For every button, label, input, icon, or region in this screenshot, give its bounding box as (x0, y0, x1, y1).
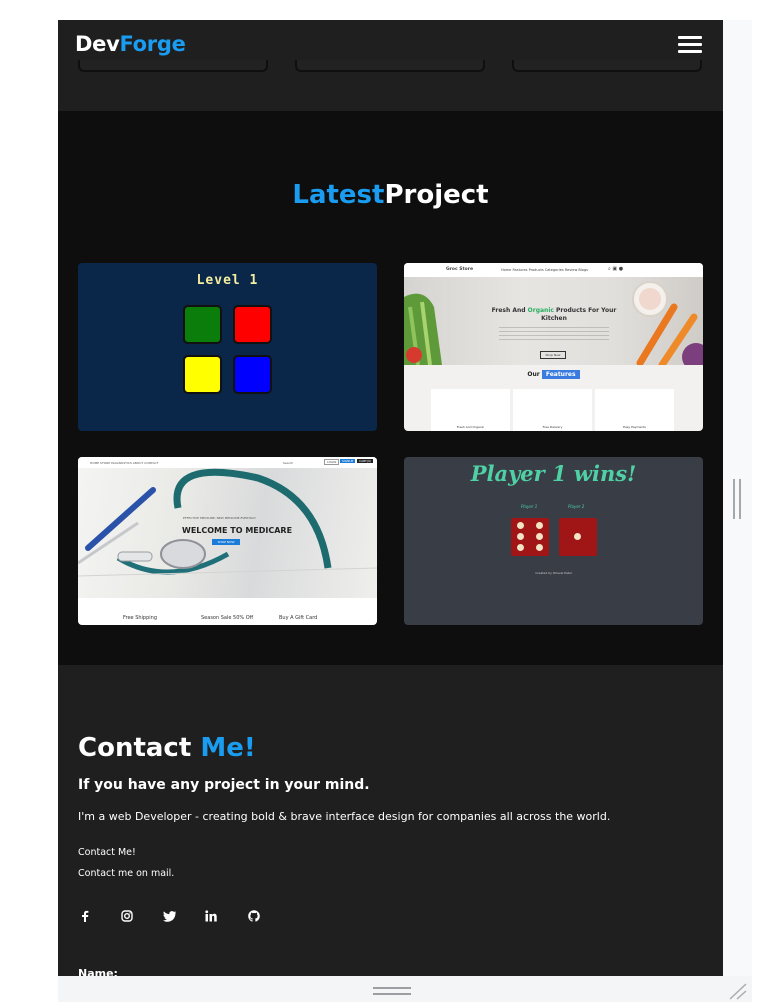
groc-hero-title: Fresh And Organic Products For Your Kitc… (491, 307, 617, 322)
projects-section: LatestProject Level 1 Groc Store Home Fe… (58, 111, 723, 665)
service-card-stub (512, 60, 702, 72)
instagram-icon[interactable] (120, 909, 134, 923)
contact-subtitle: If you have any project in your mind. (78, 777, 370, 793)
groc-features-title: Our Features (404, 370, 703, 379)
dice-player2-label: Player 2 (568, 504, 585, 509)
dice-credit: Created by Dhaval Patel (535, 571, 572, 575)
projects-title-rest: Project (384, 180, 489, 210)
projects-title: LatestProject (58, 180, 723, 210)
groc-feature-card: Free Delivery (513, 389, 592, 431)
twitter-icon[interactable] (162, 909, 176, 923)
medicare-nav: HOME STORE DIAGNOSTICS ABOUT CONTACT Sea… (78, 457, 377, 468)
bottom-resize-handle[interactable] (373, 987, 411, 995)
dice-player1-label: Player 1 (521, 504, 538, 509)
page-frame: DevForge LatestProject Level 1 Groc Stor… (58, 20, 723, 976)
dice-player1-six (511, 518, 549, 556)
groc-icons: ⌕ ▣ ● (608, 266, 624, 272)
medicare-title: WELCOME TO MEDICARE (182, 526, 293, 535)
resize-grip-icon[interactable] (728, 982, 748, 1000)
projects-title-accent: Latest (292, 180, 385, 210)
yellow-pad (183, 355, 222, 394)
dice-winner-text: Player 1 wins! (470, 461, 637, 486)
side-resize-handle[interactable] (733, 479, 741, 519)
groc-feature-card: Fresh And Organic (431, 389, 510, 431)
green-pad (183, 305, 222, 344)
red-pad (233, 305, 272, 344)
groc-logo: Groc Store (446, 267, 473, 272)
linkedin-icon[interactable] (204, 909, 218, 923)
medicare-small-text: EFFECTIVE MEDICINE, NEW MEDICINE EVERYDA… (183, 516, 256, 520)
project-card-grocery-store[interactable]: Groc Store Home Features Products Catego… (404, 263, 703, 431)
project-card-medicare[interactable]: HOME STORE DIAGNOSTICS ABOUT CONTACT Sea… (78, 457, 377, 625)
dice-player2-one (559, 518, 597, 556)
service-card-stub (295, 60, 485, 72)
project-card-dice-game[interactable]: Player 1 wins! Player 1 Player 2 Created… (404, 457, 703, 625)
brand-part-2: Forge (119, 32, 186, 56)
brand-part-1: Dev (75, 32, 120, 56)
groc-hero: Fresh And Organic Products For Your Kitc… (404, 277, 703, 365)
groc-feature-card: Easy Payments (595, 389, 674, 431)
game-level-text: Level 1 (196, 273, 259, 288)
project-card-color-game[interactable]: Level 1 (78, 263, 377, 431)
browser-viewport: DevForge LatestProject Level 1 Groc Stor… (0, 0, 780, 1002)
contact-description: I'm a web Developer - creating bold & br… (78, 810, 611, 823)
blue-pad (233, 355, 272, 394)
contact-line-2: Contact me on mail. (78, 868, 175, 879)
navbar: DevForge (58, 20, 723, 111)
service-card-stub (78, 60, 268, 72)
groc-links: Home Features Products Categories Review… (501, 267, 588, 272)
medicare-shop-button[interactable]: SHOP NOW (212, 539, 240, 545)
name-field-label: Name: (78, 967, 118, 976)
facebook-icon[interactable] (78, 909, 92, 923)
brand-logo[interactable]: DevForge (75, 32, 186, 56)
groc-hero-text (499, 327, 609, 343)
contact-title: Contact Me! (78, 733, 256, 763)
groc-shop-button[interactable]: Shop Now (540, 351, 566, 359)
github-icon[interactable] (247, 909, 261, 923)
medicare-hero: EFFECTIVE MEDICINE, NEW MEDICINE EVERYDA… (78, 468, 377, 598)
contact-line-1: Contact Me! (78, 847, 136, 858)
hamburger-icon[interactable] (678, 36, 702, 56)
groc-topbar: Groc Store Home Features Products Catego… (404, 263, 703, 277)
contact-section: Contact Me! If you have any project in y… (58, 665, 723, 976)
